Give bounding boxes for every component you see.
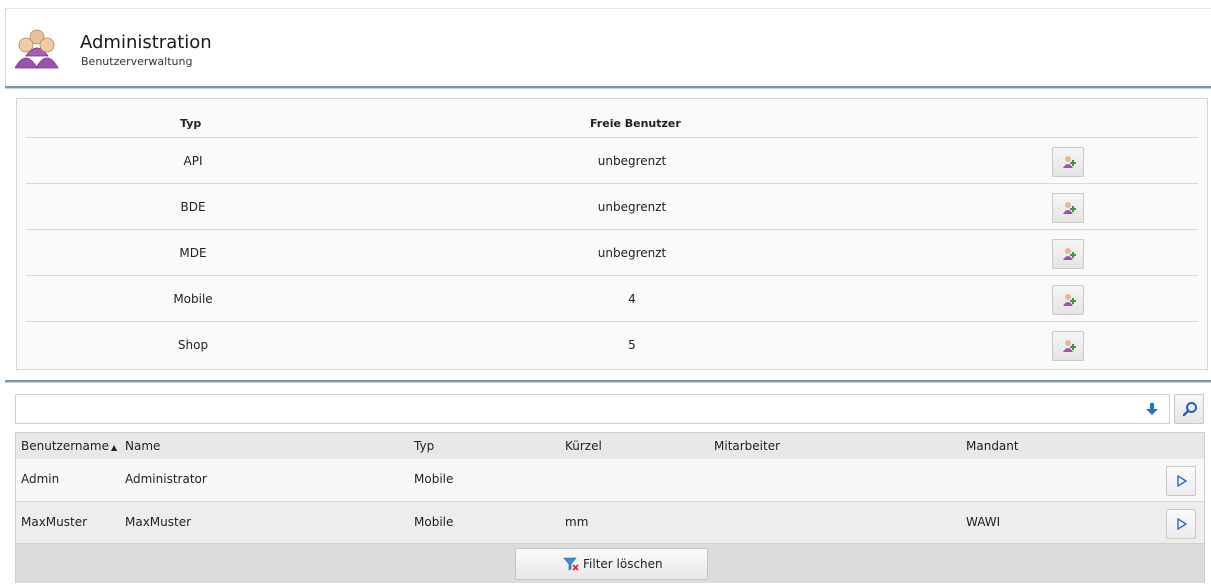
- search-input[interactable]: [16, 395, 1169, 423]
- column-header-kuerzel[interactable]: Kürzel: [565, 439, 602, 453]
- search-field[interactable]: [15, 394, 1170, 424]
- table-row[interactable]: MaxMuster MaxMuster Mobile mm WAWI: [16, 501, 1204, 543]
- add-user-button[interactable]: [1052, 331, 1084, 361]
- cell-username: MaxMuster: [21, 515, 88, 529]
- sort-asc-icon: ▲: [110, 443, 118, 452]
- page-title: Administration: [80, 32, 212, 53]
- cell-mandant: WAWI: [966, 515, 1001, 529]
- table-row[interactable]: Admin Administrator Mobile: [16, 459, 1204, 501]
- section-divider: [5, 380, 1211, 383]
- type-row-bde: BDE unbegrenzt: [26, 183, 1198, 229]
- column-header-typ[interactable]: Typ: [414, 439, 434, 453]
- arrow-down-icon[interactable]: [1145, 402, 1159, 416]
- section-divider: [5, 86, 1211, 89]
- add-user-icon: [1063, 156, 1076, 168]
- add-user-button[interactable]: [1052, 147, 1084, 177]
- page-subtitle: Benutzerverwaltung: [81, 55, 193, 68]
- column-header-mandant[interactable]: Mandant: [966, 439, 1019, 453]
- type-row-mde: MDE unbegrenzt: [26, 229, 1198, 275]
- type-row-api: API unbegrenzt: [26, 137, 1198, 183]
- cell-typ: Mobile: [414, 472, 454, 486]
- grid-header: Benutzername ▲ Name Typ Kürzel Mitarbeite…: [16, 433, 1204, 459]
- add-user-button[interactable]: [1052, 193, 1084, 223]
- play-icon: [1177, 518, 1187, 530]
- column-header-benutzername[interactable]: Benutzername ▲: [21, 439, 117, 453]
- type-row-shop: Shop 5: [26, 321, 1198, 367]
- column-header-typ: Typ: [180, 117, 202, 130]
- cell-name: MaxMuster: [125, 515, 192, 529]
- add-user-icon: [1063, 294, 1076, 306]
- page-header: Administration Benutzerverwaltung: [5, 8, 1211, 87]
- cell-typ: Mobile: [414, 515, 454, 529]
- search-icon: [1182, 402, 1197, 417]
- cell-kuerzel: mm: [565, 515, 589, 529]
- add-user-button[interactable]: [1052, 239, 1084, 269]
- open-user-button[interactable]: [1166, 466, 1196, 496]
- column-header-mitarbeiter[interactable]: Mitarbeiter: [714, 439, 780, 453]
- user-grid: Benutzername ▲ Name Typ Kürzel Mitarbeite…: [15, 432, 1205, 583]
- filter-clear-icon: [563, 557, 579, 571]
- clear-filter-button[interactable]: Filter löschen: [515, 548, 708, 580]
- type-table-header: Typ Freie Benutzer: [17, 99, 1207, 137]
- add-user-icon: [1063, 340, 1076, 352]
- column-header-freie-benutzer: Freie Benutzer: [590, 117, 681, 130]
- type-row-mobile: Mobile 4: [26, 275, 1198, 321]
- add-user-icon: [1063, 202, 1076, 214]
- user-type-table: Typ Freie Benutzer API unbegrenzt BDE un…: [16, 98, 1208, 370]
- play-icon: [1177, 475, 1187, 487]
- add-user-icon: [1063, 248, 1076, 260]
- search-button[interactable]: [1174, 394, 1204, 424]
- column-header-name[interactable]: Name: [125, 439, 160, 453]
- cell-name: Administrator: [125, 472, 207, 486]
- cell-username: Admin: [21, 472, 60, 486]
- add-user-button[interactable]: [1052, 285, 1084, 315]
- users-group-icon: [15, 29, 59, 69]
- grid-footer: Filter löschen: [16, 543, 1204, 583]
- clear-filter-label: Filter löschen: [583, 557, 663, 571]
- open-user-button[interactable]: [1166, 509, 1196, 539]
